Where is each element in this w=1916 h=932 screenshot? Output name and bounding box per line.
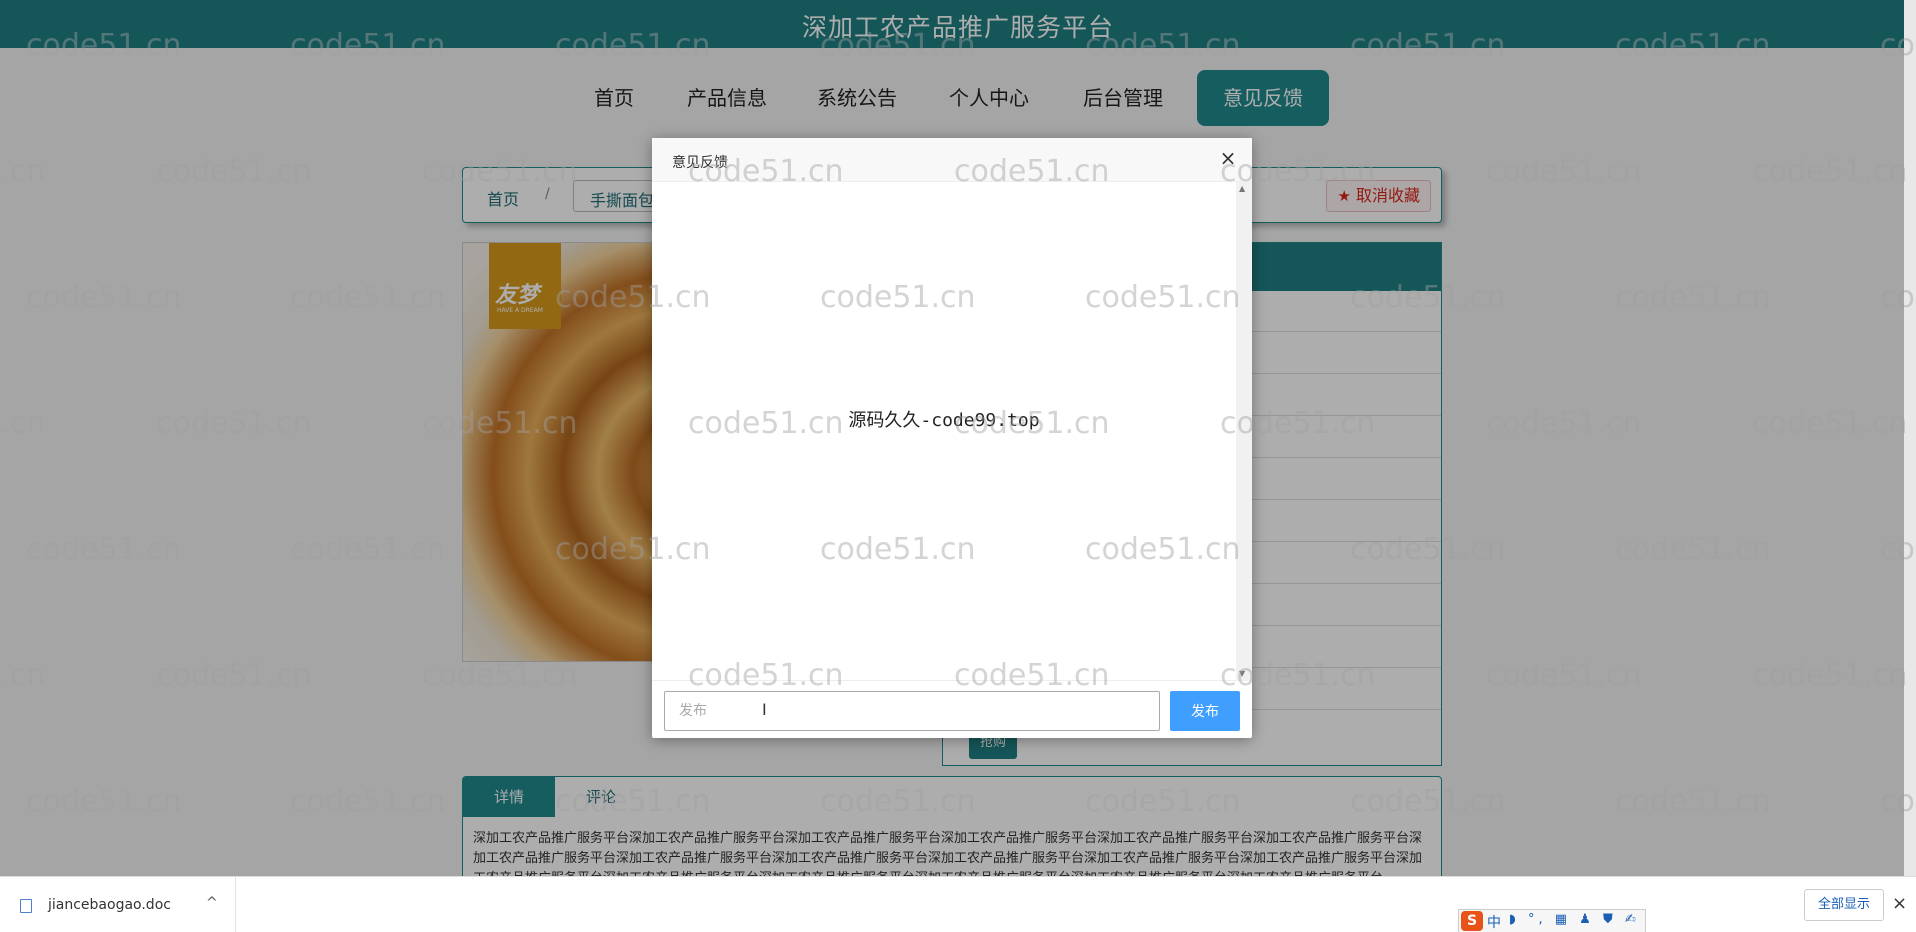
show-all-downloads-button[interactable]: 全部显示 — [1804, 889, 1884, 921]
scroll-down-arrow-icon[interactable]: ▼ — [1239, 669, 1245, 678]
document-icon — [20, 899, 32, 913]
ime-toolbar[interactable]: S 中 ◗ °, ▦ ♟ ⛊ ✍ — [1458, 909, 1646, 932]
modal-header: 意见反馈 × — [652, 138, 1252, 182]
publish-button[interactable]: 发布 — [1170, 691, 1240, 731]
modal-title: 意见反馈 — [672, 155, 728, 171]
modal-footer: I 发布 — [652, 680, 1252, 738]
ime-tools-icons[interactable]: ◗ °, ▦ ♟ ⛊ ✍ — [1509, 912, 1640, 927]
modal-body-text: 源码久久-code99.top — [848, 410, 1040, 431]
ime-logo-icon[interactable]: S — [1461, 911, 1483, 931]
ime-language-toggle[interactable]: 中 — [1487, 912, 1501, 932]
download-item[interactable]: jiancebaogao.doc ^ — [0, 877, 236, 932]
close-download-bar-icon[interactable]: × — [1892, 893, 1907, 914]
download-bar: jiancebaogao.doc ^ S 中 ◗ °, ▦ ♟ ⛊ ✍ 全部显示… — [0, 876, 1916, 932]
chevron-up-icon[interactable]: ^ — [206, 895, 218, 911]
feedback-message-area: 源码久久-code99.top — [652, 182, 1236, 680]
feedback-input[interactable] — [664, 691, 1160, 731]
feedback-modal: 意见反馈 × 源码久久-code99.top ▲ ▼ I 发布 — [652, 138, 1252, 738]
close-icon[interactable]: × — [1218, 148, 1238, 168]
scroll-up-arrow-icon[interactable]: ▲ — [1239, 184, 1245, 193]
text-cursor-icon: I — [762, 700, 767, 719]
page-scrollbar[interactable] — [1904, 0, 1916, 876]
modal-scrollbar[interactable]: ▲ ▼ — [1236, 182, 1252, 680]
download-file-name: jiancebaogao.doc — [48, 897, 171, 913]
